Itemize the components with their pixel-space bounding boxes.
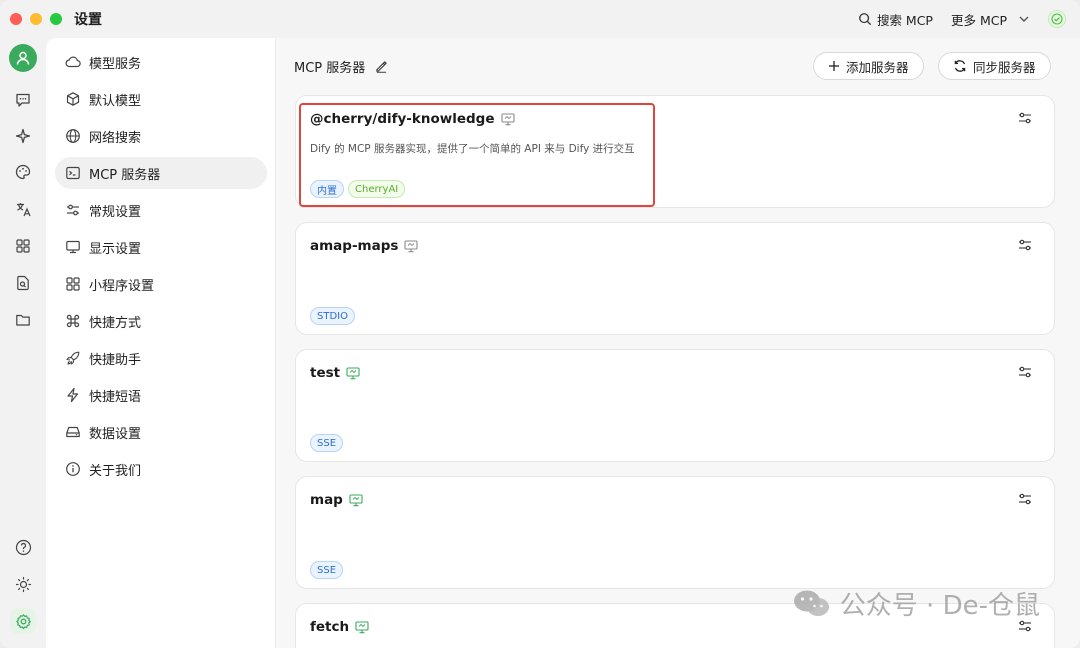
palette-icon[interactable] <box>11 160 35 184</box>
tag-cherryai: CherryAI <box>348 180 406 198</box>
tag-transport: SSE <box>310 561 344 579</box>
terminal-icon <box>66 166 80 180</box>
server-name: map <box>310 492 343 508</box>
sidebar-item-label: 网络搜索 <box>89 130 142 146</box>
sidebar-item-default-model[interactable]: 默认模型 <box>55 83 267 115</box>
server-card[interactable]: test SSE <box>295 349 1055 462</box>
server-card[interactable]: amap-maps STDIO <box>295 222 1055 335</box>
sidebar-item-display-settings[interactable]: 显示设置 <box>55 231 267 263</box>
server-name: @cherry/dify-knowledge <box>310 111 495 127</box>
monitor-active-icon <box>355 620 369 633</box>
sync-servers-button[interactable]: 同步服务器 <box>938 52 1051 80</box>
server-name: amap-maps <box>310 238 399 254</box>
sync-servers-label: 同步服务器 <box>973 59 1036 75</box>
wechat-icon <box>793 590 829 616</box>
tag-transport: STDIO <box>310 307 355 325</box>
minimize-window-button[interactable] <box>30 13 42 25</box>
settings-sliders-icon[interactable] <box>1018 365 1032 379</box>
globe-icon <box>66 129 80 143</box>
page-title: MCP 服务器 <box>294 61 366 76</box>
monitor-icon <box>66 240 80 254</box>
watermark-text: 公众号 · De-仓鼠 <box>839 591 1040 621</box>
rocket-icon <box>66 351 80 365</box>
server-name: fetch <box>310 619 350 635</box>
drive-icon <box>66 426 80 438</box>
add-server-button[interactable]: 添加服务器 <box>813 52 924 80</box>
sidebar-item-quick-assistant[interactable]: 快捷助手 <box>55 342 267 374</box>
chat-icon[interactable] <box>11 88 35 112</box>
sidebar-item-quick-phrases[interactable]: 快捷短语 <box>55 379 267 411</box>
search-mcp-button[interactable]: 搜索 MCP <box>858 10 933 29</box>
apps-grid-icon[interactable] <box>11 234 35 258</box>
settings-sliders-icon[interactable] <box>1018 492 1032 506</box>
more-mcp-dropdown[interactable]: 更多 MCP <box>951 10 1030 29</box>
server-description: Dify 的 MCP 服务器实现，提供了一个简单的 API 来与 Dify 进行… <box>310 143 635 155</box>
sliders-icon <box>67 204 79 216</box>
search-icon <box>859 13 871 25</box>
monitor-icon <box>404 239 418 252</box>
sidebar-item-mcp-servers[interactable]: MCP 服务器 <box>55 157 267 189</box>
maximize-window-button[interactable] <box>50 13 62 25</box>
tag-builtin: 内置 <box>310 180 344 198</box>
app-rail <box>0 38 46 648</box>
sidebar-item-model-service[interactable]: 模型服务 <box>55 46 267 78</box>
sidebar-item-label: 显示设置 <box>89 241 142 257</box>
translate-icon[interactable] <box>11 197 35 221</box>
folder-icon[interactable] <box>11 308 35 332</box>
sidebar-item-label: 快捷短语 <box>89 389 142 405</box>
file-search-icon[interactable] <box>11 271 35 295</box>
status-ok-icon[interactable] <box>1048 10 1066 28</box>
edit-pencil-icon[interactable] <box>375 60 388 73</box>
theme-sun-icon[interactable] <box>11 572 35 596</box>
command-icon <box>66 314 80 328</box>
close-window-button[interactable] <box>10 13 22 25</box>
sidebar-item-about[interactable]: 关于我们 <box>55 453 267 485</box>
search-mcp-label: 搜索 MCP <box>876 12 933 28</box>
monitor-active-icon <box>346 366 360 379</box>
grid-icon <box>66 277 80 291</box>
settings-sliders-icon[interactable] <box>1018 111 1032 125</box>
refresh-icon <box>954 60 966 72</box>
settings-window: 设置 搜索 MCP 更多 MCP 模型服务 默认模型 网络搜索 MCP 服务器 … <box>0 0 1080 648</box>
help-icon[interactable] <box>11 535 35 559</box>
tag-transport: SSE <box>310 434 344 452</box>
server-card[interactable]: @cherry/dify-knowledge Dify 的 MCP 服务器实现，… <box>295 95 1055 208</box>
sidebar-item-label: 快捷方式 <box>89 315 142 331</box>
settings-gear-icon[interactable] <box>10 608 36 634</box>
sidebar-item-label: 数据设置 <box>89 426 142 442</box>
sidebar-item-label: 小程序设置 <box>89 278 155 294</box>
window-title: 设置 <box>74 12 102 28</box>
sidebar-item-web-search[interactable]: 网络搜索 <box>55 120 267 152</box>
user-avatar-icon[interactable] <box>9 44 37 72</box>
sidebar-item-miniapp-settings[interactable]: 小程序设置 <box>55 268 267 300</box>
sidebar-item-shortcuts[interactable]: 快捷方式 <box>55 305 267 337</box>
watermark: 公众号 · De-仓鼠 <box>792 585 1040 622</box>
info-icon <box>66 462 80 476</box>
sparkle-icon[interactable] <box>11 124 35 148</box>
mcp-servers-panel: MCP 服务器 添加服务器 同步服务器 @cherry/dify-knowled… <box>276 38 1080 648</box>
bolt-icon <box>67 387 79 403</box>
cloud-icon <box>65 56 81 68</box>
monitor-icon <box>500 112 515 125</box>
plus-icon <box>829 61 839 71</box>
more-mcp-label: 更多 MCP <box>950 12 1007 28</box>
add-server-label: 添加服务器 <box>846 59 909 75</box>
chevron-down-icon <box>1019 16 1029 22</box>
sidebar-item-label: 默认模型 <box>89 93 142 109</box>
cube-icon <box>66 92 80 106</box>
title-bar: 设置 搜索 MCP 更多 MCP <box>0 0 1080 38</box>
server-name: test <box>310 365 341 381</box>
monitor-active-icon <box>349 493 363 506</box>
sidebar-item-label: MCP 服务器 <box>89 167 161 183</box>
sidebar-item-label: 关于我们 <box>89 463 142 479</box>
settings-sidebar: 模型服务 默认模型 网络搜索 MCP 服务器 常规设置 显示设置 小程序设置 快… <box>46 38 276 648</box>
window-controls <box>10 13 62 25</box>
settings-sliders-icon[interactable] <box>1018 238 1032 252</box>
server-card[interactable]: map SSE <box>295 476 1055 589</box>
sidebar-item-label: 常规设置 <box>89 204 142 220</box>
sidebar-item-general-settings[interactable]: 常规设置 <box>55 194 267 226</box>
sidebar-item-label: 模型服务 <box>89 56 142 72</box>
sidebar-item-label: 快捷助手 <box>89 352 142 368</box>
sidebar-item-data-settings[interactable]: 数据设置 <box>55 416 267 448</box>
